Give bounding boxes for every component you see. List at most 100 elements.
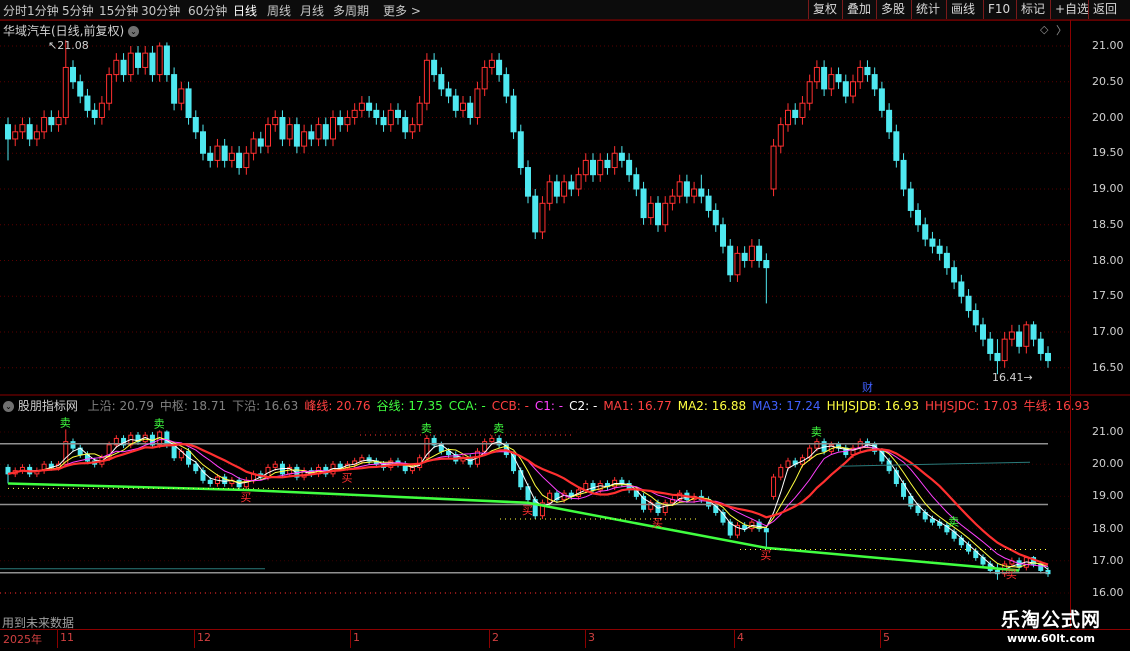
candle-body-15 (113, 59, 120, 76)
candle-body-2 (19, 124, 26, 133)
candle-body-56 (409, 124, 416, 133)
month-tick-1 (194, 630, 195, 648)
candle-body-62 (452, 95, 459, 111)
candle-body-55 (402, 117, 409, 133)
candle-body-30 (221, 145, 228, 161)
price-tick-6: 18.00 (1092, 253, 1124, 267)
candle-body-63 (460, 102, 466, 111)
chart-canvas[interactable]: 卖卖卖卖卖卖买买买买买买 (0, 0, 1130, 650)
candle-body-77 (561, 181, 568, 197)
indicator-item-1: 中枢: 18.71 (159, 399, 227, 413)
candle-body-53 (387, 109, 394, 126)
candle-body-130 (943, 252, 950, 269)
candle-body-79 (575, 174, 582, 190)
candle-body-123 (893, 131, 900, 161)
chevron-down-icon[interactable]: ⌄ (3, 401, 14, 412)
indicator-name: 股朋指标网 (17, 399, 78, 413)
indicator-tick-0: 21.00 (1092, 425, 1124, 438)
candle-body-126 (915, 209, 921, 226)
candle-body-9 (70, 66, 76, 83)
candle-body-4 (33, 131, 40, 140)
candle-body-17 (127, 52, 134, 76)
month-tick-6 (880, 630, 881, 648)
candle-body-60 (438, 74, 445, 90)
candle-body-100 (727, 245, 734, 276)
candle-body-54 (395, 109, 401, 118)
candle-body-26 (192, 117, 199, 133)
candle-body-96 (698, 188, 705, 197)
candle-body-22 (163, 45, 170, 76)
candle-body-132 (958, 281, 965, 297)
candle-body-34 (250, 138, 257, 154)
price-tick-7: 17.50 (1092, 289, 1124, 303)
candle-body-89 (647, 202, 654, 219)
month-tick-4 (585, 630, 586, 648)
indicator-item-4: 谷线: 17.35 (376, 399, 443, 413)
indicator-item-5: CCA: - (448, 399, 486, 413)
candle-body-94 (683, 181, 690, 197)
candle-body-141 (1023, 324, 1030, 347)
price-tick-2: 20.00 (1092, 110, 1124, 124)
candle-body-95 (691, 188, 698, 197)
candle-body-12 (91, 109, 98, 118)
candle-body-10 (77, 81, 84, 97)
candle-body-70 (510, 95, 517, 133)
candle-body-82 (597, 159, 604, 176)
watermark-title: 乐淘公式网 (1000, 609, 1101, 631)
buy-marker-3: 买 (652, 517, 663, 530)
candle-body-116 (842, 81, 849, 97)
indicator-tick-2: 19.00 (1092, 489, 1124, 503)
candle-body-21 (156, 45, 163, 76)
candle-body-68 (496, 59, 503, 76)
low-price-marker: 16.41→ (992, 371, 1033, 384)
indicator-title-bar: ⌄ 股朋指标网 上沿: 20.79 中枢: 18.71 下沿: 16.63 峰线: 2… (3, 397, 1090, 414)
candle-body-59 (431, 59, 438, 76)
ind-candle-body-9 (70, 441, 76, 449)
indicator-item-2: 下沿: 16.63 (232, 399, 299, 413)
month-label-6: 5 (883, 631, 890, 644)
ind-candle-body-108 (785, 460, 791, 468)
indicator-item-12: HHJSJDB: 16.93 (826, 399, 920, 413)
candle-body-92 (669, 195, 676, 204)
year-label: 2025年 (3, 633, 42, 646)
candle-body-57 (416, 102, 423, 126)
candle-body-58 (423, 59, 430, 104)
candle-body-13 (98, 102, 105, 118)
candle-body-97 (705, 195, 712, 211)
indicator-tick-3: 18.00 (1092, 521, 1124, 535)
price-tick-0: 21.00 (1092, 39, 1124, 52)
indicator-item-13: HHJSJDC: 17.03 (925, 399, 1018, 413)
price-tick-1: 20.50 (1092, 74, 1124, 88)
price-tick-3: 19.50 (1092, 146, 1124, 160)
candle-body-113 (821, 66, 828, 90)
candle-body-127 (922, 224, 929, 240)
candle-body-5 (41, 117, 48, 133)
candle-body-142 (1030, 324, 1037, 340)
sell-marker-0: 卖 (60, 416, 71, 429)
ind-candle-body-28 (207, 479, 213, 485)
candle-body-80 (582, 159, 589, 176)
candle-body-131 (951, 267, 958, 283)
candle-body-91 (662, 202, 669, 226)
candle-body-102 (741, 252, 748, 262)
candle-body-46 (337, 117, 344, 126)
high-price-marker: ↖21.08 (48, 39, 89, 52)
candle-body-81 (590, 159, 596, 176)
indicator-item-9: MA1: 16.77 (603, 399, 672, 413)
candle-body-105 (763, 260, 770, 269)
candle-body-23 (171, 74, 178, 104)
candle-body-83 (604, 159, 611, 169)
ind-candle-body-106 (771, 476, 777, 497)
candle-body-64 (467, 102, 474, 118)
news-marker[interactable]: 财 (862, 379, 873, 395)
candle-body-61 (445, 88, 452, 97)
candle-body-119 (864, 66, 871, 76)
candle-body-1 (12, 131, 19, 140)
candle-body-25 (185, 88, 192, 119)
month-label-5: 4 (737, 631, 744, 644)
candle-body-44 (322, 124, 329, 140)
candle-body-85 (618, 152, 625, 161)
indicator-item-7: C1: - (534, 399, 564, 413)
candle-body-69 (503, 74, 510, 97)
candle-body-133 (965, 295, 972, 312)
